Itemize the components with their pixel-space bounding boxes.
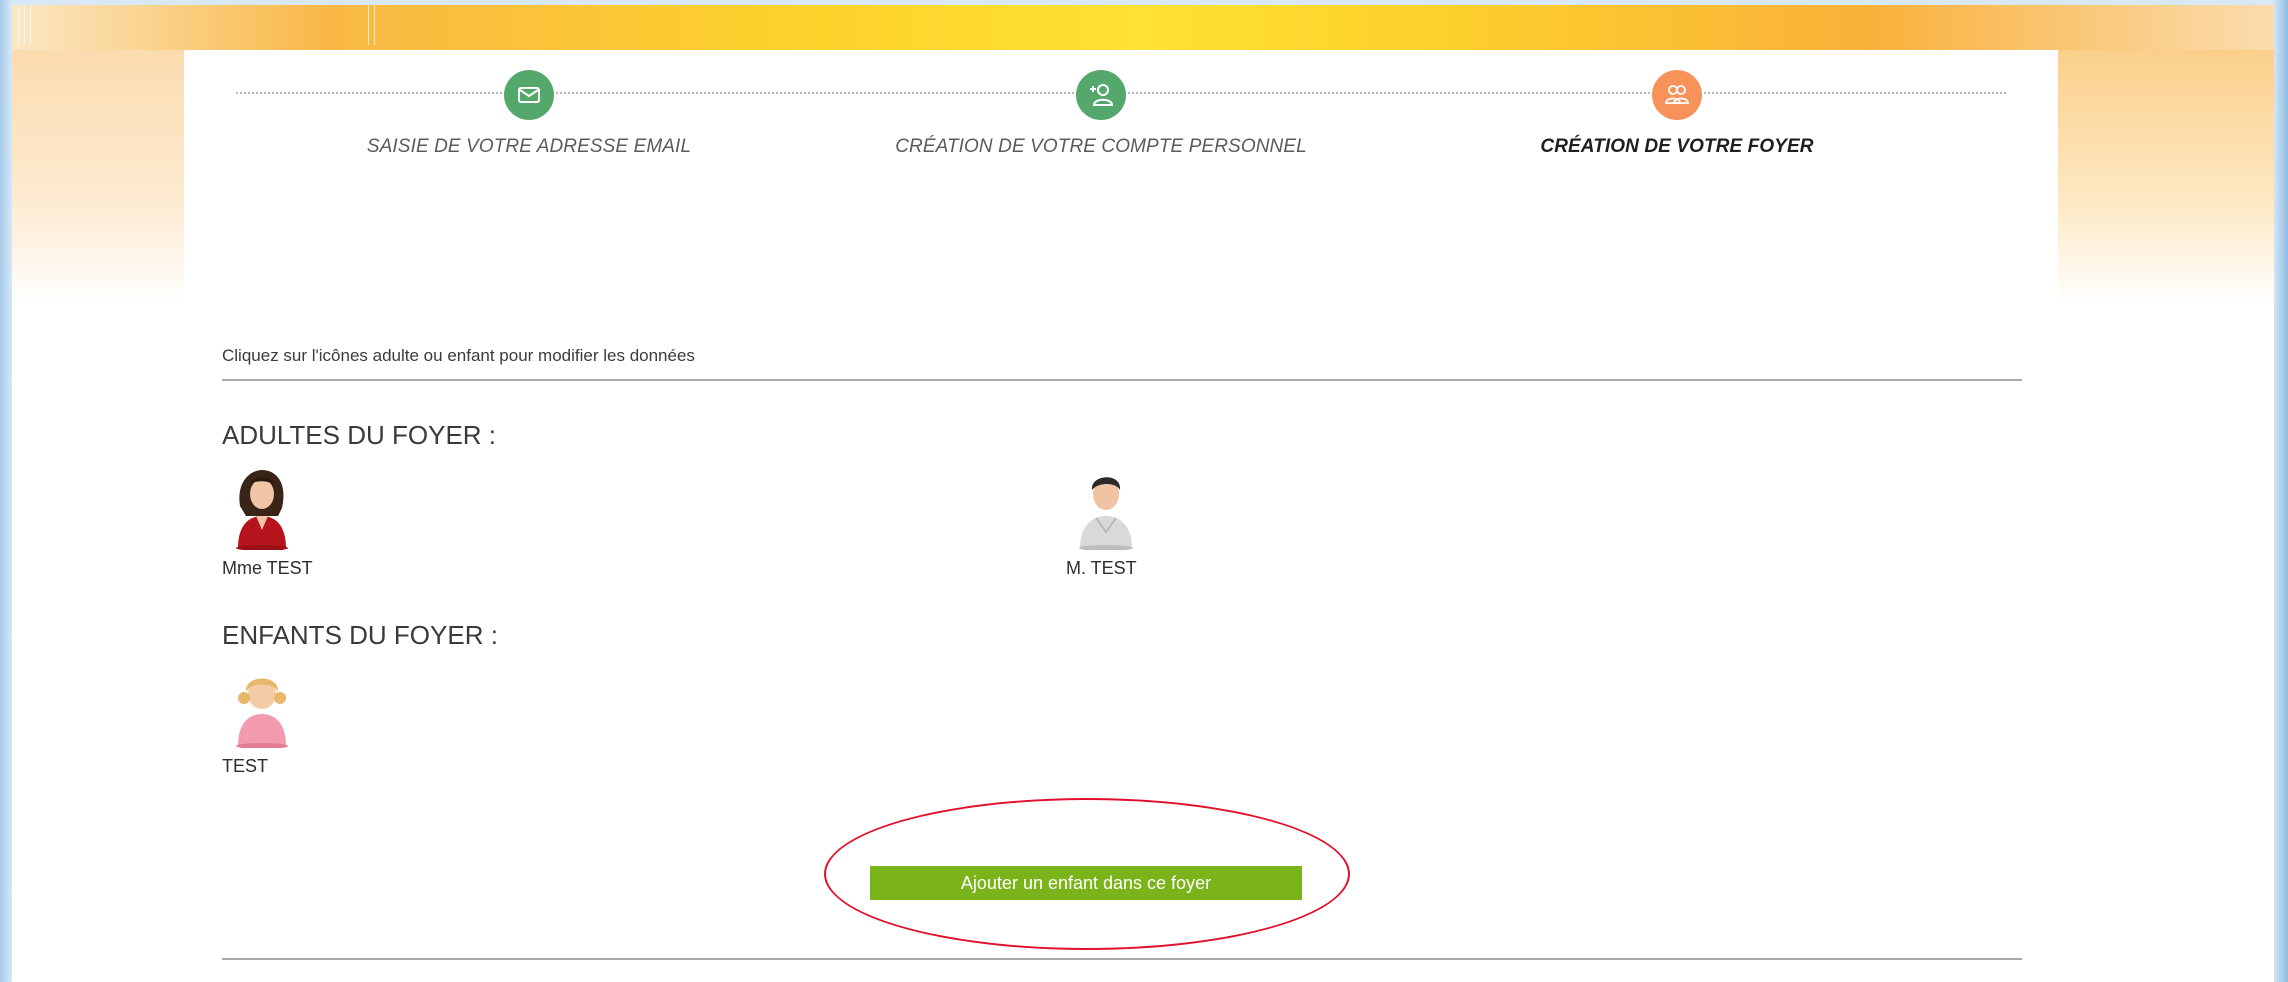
divider-bottom xyxy=(222,958,2022,960)
banner-decoration xyxy=(18,5,378,45)
step-label-email: SAISIE DE VOTRE ADRESSE EMAIL xyxy=(366,136,692,157)
adult-item[interactable]: Mme TEST xyxy=(222,466,313,579)
man-avatar-icon[interactable] xyxy=(1066,466,1146,550)
step-email: SAISIE DE VOTRE ADRESSE EMAIL xyxy=(229,70,829,158)
girl-avatar-icon[interactable] xyxy=(222,664,302,748)
instruction-text: Cliquez sur l'icônes adulte ou enfant po… xyxy=(222,346,695,365)
step-circle-account xyxy=(1076,70,1126,120)
step-label-household: CRÉATION DE VOTRE FOYER xyxy=(1540,136,1814,157)
step-household: CRÉATION DE VOTRE FOYER xyxy=(1377,70,1977,158)
envelope-icon xyxy=(518,87,540,103)
step-label-account: CRÉATION DE VOTRE COMPTE PERSONNEL xyxy=(895,136,1307,157)
divider-top xyxy=(222,379,2022,381)
add-child-button[interactable]: Ajouter un enfant dans ce foyer xyxy=(870,866,1302,900)
step-account: CRÉATION DE VOTRE COMPTE PERSONNEL xyxy=(801,70,1401,158)
step-circle-email xyxy=(504,70,554,120)
adult-name: M. TEST xyxy=(1066,558,1137,578)
add-user-icon xyxy=(1090,84,1114,106)
banner-right-fade xyxy=(2058,50,2274,305)
woman-avatar-icon[interactable] xyxy=(222,466,302,550)
banner-left-fade xyxy=(12,50,184,305)
main-card: SAISIE DE VOTRE ADRESSE EMAIL CRÉATION D… xyxy=(184,50,2058,982)
adult-name: Mme TEST xyxy=(222,558,313,578)
step-circle-household xyxy=(1652,70,1702,120)
adults-heading: ADULTES DU FOYER : xyxy=(222,420,497,450)
group-icon xyxy=(1665,85,1689,104)
child-name: TEST xyxy=(222,756,269,776)
left-border xyxy=(0,0,12,982)
right-border xyxy=(2274,0,2288,982)
child-item[interactable]: TEST xyxy=(222,664,302,777)
children-heading: ENFANTS DU FOYER : xyxy=(222,620,498,650)
adult-item[interactable]: M. TEST xyxy=(1066,466,1146,579)
